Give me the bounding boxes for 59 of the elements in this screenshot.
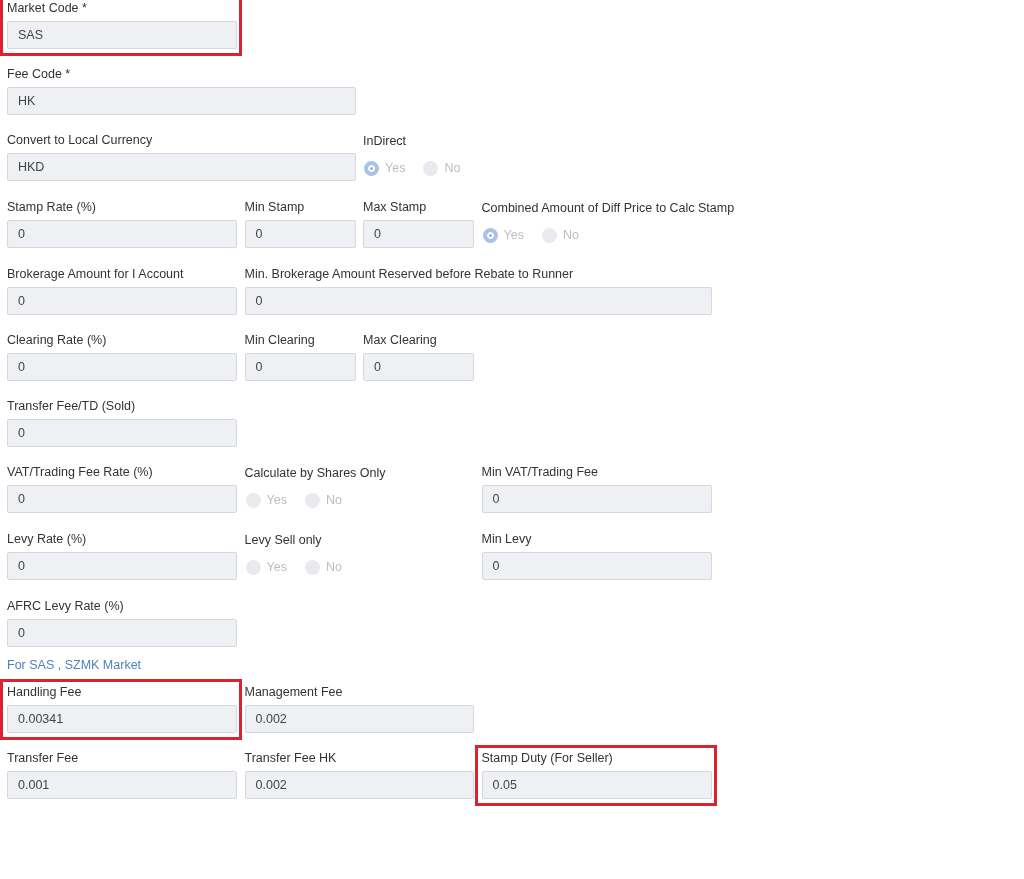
field-label: Min Clearing xyxy=(244,333,315,348)
input-field[interactable]: 0 xyxy=(7,485,237,513)
field-label: Min Stamp xyxy=(244,200,305,215)
field-label: Transfer Fee/TD (Sold) xyxy=(7,399,136,414)
field-label: Market Code * xyxy=(7,1,87,16)
field-label: Transfer Fee HK xyxy=(244,751,337,766)
field-label: Min Levy xyxy=(481,532,532,547)
input-field[interactable]: HKD xyxy=(7,153,356,181)
field-label: Max Stamp xyxy=(363,200,427,215)
radio-label: Yes xyxy=(266,560,287,574)
section-heading: For SAS , SZMK Market xyxy=(7,658,143,673)
field-label: Min VAT/Trading Fee xyxy=(481,465,598,480)
radio-label: No xyxy=(325,560,342,574)
field-label: Management Fee xyxy=(244,685,343,700)
input-field[interactable]: HK xyxy=(7,87,356,115)
input-field[interactable]: 0 xyxy=(244,353,356,381)
radio-label: No xyxy=(562,228,579,242)
input-field[interactable]: 0 xyxy=(7,419,237,447)
field-label: InDirect xyxy=(363,134,407,149)
input-field[interactable]: 0.001 xyxy=(7,771,237,799)
field-label: Fee Code * xyxy=(7,67,71,82)
field-label: Levy Rate (%) xyxy=(7,532,87,547)
field-label: Brokerage Amount for I Account xyxy=(7,267,184,282)
input-field[interactable]: 0.002 xyxy=(244,771,474,799)
radio-label: No xyxy=(444,161,461,175)
radio-button[interactable] xyxy=(364,160,379,176)
field-label: Stamp Duty (For Seller) xyxy=(481,751,613,766)
field-label: Max Clearing xyxy=(363,333,437,348)
field-label: Clearing Rate (%) xyxy=(7,333,107,348)
input-field[interactable]: 0 xyxy=(244,220,356,248)
field-label: Min. Brokerage Amount Reserved before Rebate to Runner xyxy=(244,267,574,282)
radio-label: Yes xyxy=(266,493,287,507)
input-field[interactable]: 0 xyxy=(363,220,474,248)
field-label: VAT/Trading Fee Rate (%) xyxy=(7,465,153,480)
input-field[interactable]: 0 xyxy=(7,619,237,647)
field-label: Convert to Local Currency xyxy=(7,133,153,148)
field-label: AFRC Levy Rate (%) xyxy=(7,599,124,614)
input-field[interactable]: 0 xyxy=(7,353,237,381)
input-field[interactable]: 0 xyxy=(481,552,712,580)
field-label: Levy Sell only xyxy=(244,533,322,548)
field-label: Stamp Rate (%) xyxy=(7,200,96,215)
input-field[interactable]: 0.05 xyxy=(481,771,712,799)
radio-label: No xyxy=(325,493,342,507)
input-field[interactable]: 0 xyxy=(7,287,237,315)
radio-label: Yes xyxy=(503,228,524,242)
input-field[interactable]: SAS xyxy=(7,21,237,49)
input-field[interactable]: 0.00341 xyxy=(7,705,237,733)
input-field[interactable]: 0 xyxy=(363,353,474,381)
field-label: Calculate by Shares Only xyxy=(244,466,386,481)
radio-label: Yes xyxy=(385,161,406,175)
input-field[interactable]: 0 xyxy=(244,287,712,315)
input-field[interactable]: 0 xyxy=(7,220,237,248)
input-field[interactable]: 0 xyxy=(481,485,712,513)
input-field[interactable]: 0 xyxy=(7,552,237,580)
radio-button[interactable] xyxy=(482,227,498,243)
input-field[interactable]: 0.002 xyxy=(244,705,474,733)
field-label: Handling Fee xyxy=(7,685,82,700)
field-label: Combined Amount of Diff Price to Calc Stamp xyxy=(481,201,735,216)
field-label: Transfer Fee xyxy=(7,751,79,766)
